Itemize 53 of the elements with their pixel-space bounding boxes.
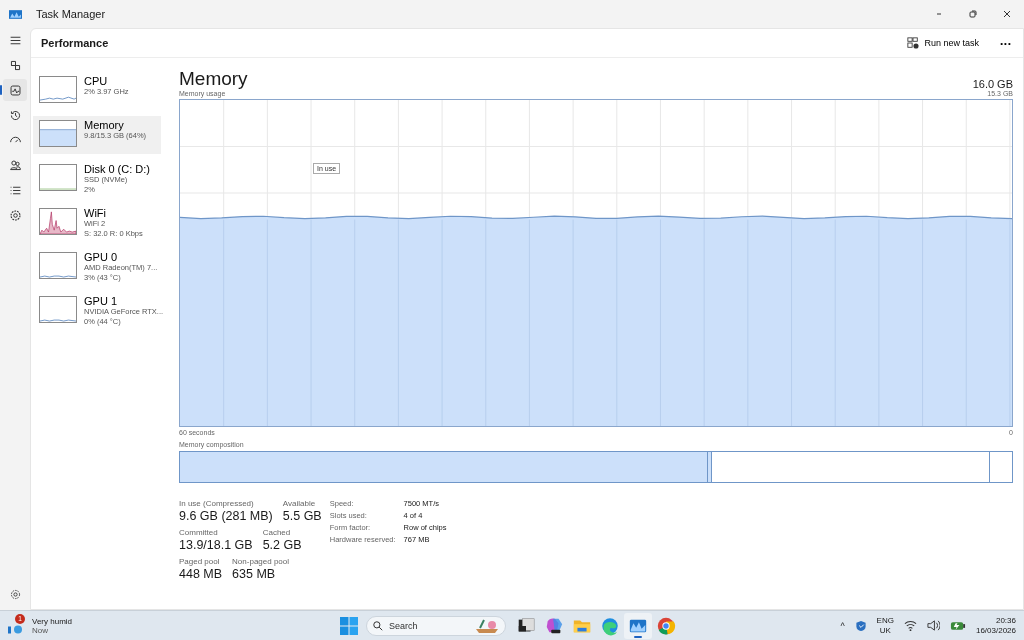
stat-label: Cached <box>262 528 292 537</box>
weather-title: Very humid <box>32 616 73 626</box>
stat-value: 13.9/18.1 GB <box>179 537 253 553</box>
stat-label: Paged pool <box>179 557 221 566</box>
stat-value: 5.2 GB <box>262 537 302 553</box>
stat-label: Available <box>282 499 317 508</box>
settings-icon <box>8 587 22 601</box>
clock-time[interactable]: 20:36 <box>995 615 1016 626</box>
usage-thumbnail <box>39 76 77 103</box>
wifi-icon[interactable] <box>903 619 917 632</box>
plant-pot-icon <box>475 618 499 633</box>
stat-label: Non-paged pool <box>232 557 290 566</box>
search-icon <box>373 620 383 631</box>
pulse-chart-icon <box>8 83 22 97</box>
clock-date[interactable]: 16/03/2026 <box>975 625 1016 636</box>
usage-thumbnail <box>39 120 77 147</box>
total-memory: 16.0 GB <box>972 78 1013 90</box>
usage-thumbnail <box>39 252 77 279</box>
stat-label: In use (Compressed) <box>179 499 255 508</box>
show-hidden-icons-button[interactable]: ^ <box>840 620 845 631</box>
restore-icon <box>968 9 978 19</box>
grid-icon <box>8 58 22 72</box>
shield-icon[interactable] <box>854 619 867 632</box>
usage-thumbnail <box>39 296 77 323</box>
gear-icon <box>8 208 22 222</box>
usage-thumbnail <box>39 208 77 235</box>
ring-logo-icon <box>656 615 676 636</box>
run-new-task-button[interactable]: Run new task <box>897 32 989 54</box>
more-button[interactable]: ••• <box>989 32 1023 54</box>
start-button[interactable] <box>338 614 360 637</box>
close-icon <box>1002 9 1012 19</box>
stat-value: 635 MB <box>232 566 277 582</box>
search-field[interactable]: Search <box>366 615 506 636</box>
usage-thumbnail <box>39 164 77 191</box>
windows-logo-icon <box>340 616 358 635</box>
wave-logo-icon <box>600 615 620 636</box>
search-input[interactable]: Search <box>389 620 469 631</box>
stat-label: Committed <box>179 528 219 537</box>
weather-subtitle: Now <box>32 625 49 635</box>
stat-value: 9.6 GB (281 MB) <box>179 508 273 524</box>
page-title: Performance <box>41 37 110 49</box>
stat-value: 5.5 GB <box>282 508 322 524</box>
app-icon <box>9 9 22 19</box>
run-task-icon <box>907 37 920 49</box>
region-label[interactable]: UK <box>879 625 891 636</box>
history-icon <box>8 108 22 122</box>
section-title: Memory <box>179 68 248 90</box>
language-label[interactable]: ENG <box>876 615 894 626</box>
volume-icon[interactable] <box>926 619 940 632</box>
weather-icon[interactable] <box>8 624 24 634</box>
window-title: Task Manager <box>36 8 107 20</box>
users-icon <box>8 158 22 172</box>
stat-value: 448 MB <box>179 566 223 582</box>
